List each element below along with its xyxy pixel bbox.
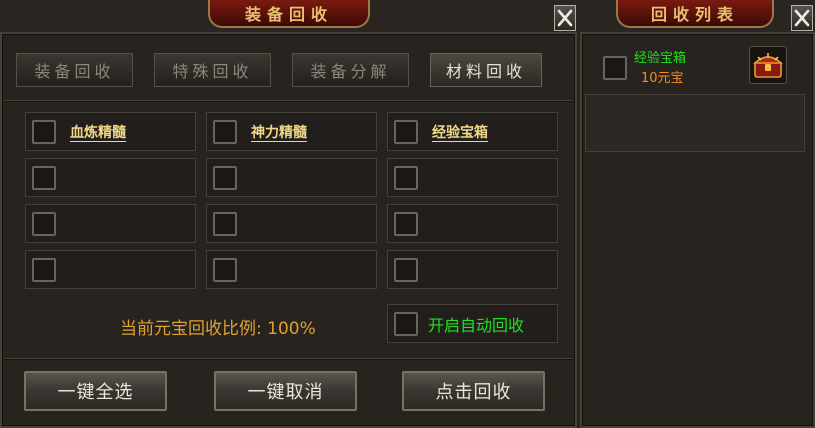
material-slot[interactable] <box>206 250 377 289</box>
material-slot[interactable] <box>25 204 196 243</box>
close-icon <box>557 9 573 27</box>
tab-material-recycle[interactable]: 材料回收 <box>430 53 542 87</box>
material-slot[interactable] <box>206 204 377 243</box>
divider <box>4 100 573 101</box>
cancel-all-button[interactable]: 一键取消 <box>214 371 357 411</box>
main-close-button[interactable] <box>554 5 576 31</box>
material-slot[interactable] <box>25 250 196 289</box>
item-name: 经验宝箱 <box>634 51 687 66</box>
slot-checkbox[interactable] <box>32 257 56 282</box>
slot-checkbox[interactable] <box>394 165 418 190</box>
recycle-ratio-text: 当前元宝回收比例: 100% <box>120 314 316 339</box>
slot-checkbox[interactable] <box>32 211 56 236</box>
recycle-panel: 装备回收 特殊回收 装备分解 材料回收 血炼精髓 神力精髓 经验宝箱 当前元宝回… <box>0 32 577 428</box>
material-slot[interactable] <box>387 250 558 289</box>
slot-checkbox[interactable] <box>394 119 418 144</box>
slot-checkbox[interactable] <box>394 211 418 236</box>
auto-recycle-checkbox[interactable] <box>394 311 418 336</box>
close-icon <box>794 9 810 27</box>
slot-checkbox[interactable] <box>213 211 237 236</box>
slot-checkbox[interactable] <box>394 257 418 282</box>
material-slot[interactable] <box>387 204 558 243</box>
slot-checkbox[interactable] <box>213 165 237 190</box>
material-slot[interactable]: 血炼精髓 <box>25 112 196 151</box>
slot-label: 血炼精髓 <box>70 124 126 141</box>
divider <box>4 358 573 359</box>
select-all-button[interactable]: 一键全选 <box>24 371 167 411</box>
slot-checkbox[interactable] <box>32 165 56 190</box>
material-slot[interactable]: 经验宝箱 <box>387 112 558 151</box>
tab-equipment-decompose[interactable]: 装备分解 <box>292 53 409 87</box>
material-slot[interactable] <box>387 158 558 197</box>
slot-label: 神力精髓 <box>251 124 307 141</box>
auto-recycle-label: 开启自动回收 <box>428 315 525 335</box>
auto-recycle-toggle[interactable]: 开启自动回收 <box>387 304 558 343</box>
treasure-chest-icon <box>752 53 784 78</box>
recycle-list-slot <box>585 94 805 152</box>
recycle-ratio-label: 当前元宝回收比例: <box>120 319 268 339</box>
tab-equipment-recycle[interactable]: 装备回收 <box>16 53 133 87</box>
slot-checkbox[interactable] <box>213 119 237 144</box>
slot-checkbox[interactable] <box>213 257 237 282</box>
slot-checkbox[interactable] <box>32 119 56 144</box>
treasure-chest-icon[interactable] <box>749 46 787 84</box>
material-slot[interactable] <box>206 158 377 197</box>
recycle-button[interactable]: 点击回收 <box>402 371 545 411</box>
side-close-button[interactable] <box>791 5 813 31</box>
main-panel-title: 装备回收 <box>208 0 370 28</box>
recycle-ratio-value: 100% <box>267 319 316 339</box>
item-checkbox[interactable] <box>603 56 627 80</box>
slot-label: 经验宝箱 <box>432 124 488 141</box>
recycle-list-item[interactable]: 经验宝箱 10元宝 <box>585 38 805 94</box>
item-price: 10元宝 <box>641 71 684 86</box>
material-slot[interactable]: 神力精髓 <box>206 112 377 151</box>
side-panel-title: 回收列表 <box>616 0 774 28</box>
material-slot[interactable] <box>25 158 196 197</box>
tab-special-recycle[interactable]: 特殊回收 <box>154 53 271 87</box>
